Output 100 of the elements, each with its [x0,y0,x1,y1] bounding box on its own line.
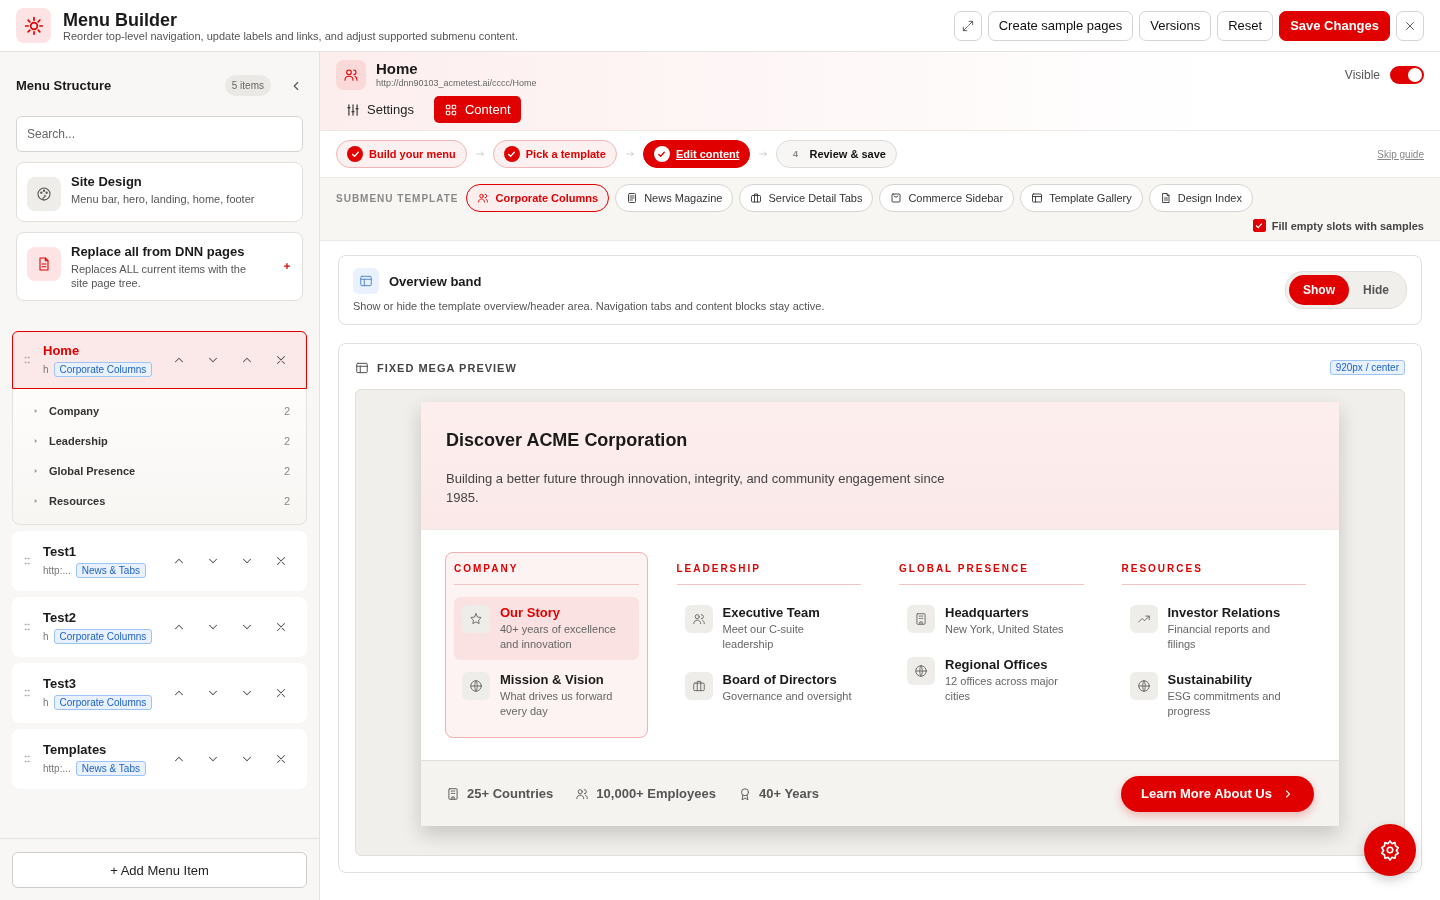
template-tag: News & Tabs [75,563,146,578]
add-menu-item-button[interactable]: + Add Menu Item [12,852,307,888]
expand-button[interactable] [953,10,982,41]
submenu-count: 2 [283,495,290,507]
globe-icon [914,664,928,678]
page-title: Home [376,60,419,77]
close-icon [274,620,288,634]
close-icon [274,752,288,766]
save-button[interactable]: Save Changes [1279,10,1390,41]
menu-item-title: Test1 [43,544,77,559]
app-title: Menu Builder [63,9,178,30]
menu-item-url: h [43,631,49,642]
menu-item-url: http:... [43,565,71,576]
checkbox[interactable] [1252,219,1266,232]
template-option[interactable]: Commerce Sidebar [879,184,1015,212]
people-icon [477,192,490,204]
close-icon [274,686,288,700]
menu-link[interactable]: Regional Offices 12 offices across major cities [899,649,1084,712]
item-count: 5 items [224,75,271,96]
menu-link[interactable]: Board of Directors Governance and oversight [676,664,861,712]
template-tag: Corporate Columns [53,629,153,644]
menu-link[interactable]: Executive Team Meet our C-suite leadership [676,597,861,660]
mega-heading: Discover ACME Corporation [446,430,689,451]
star-icon [469,612,483,626]
globe-icon [469,679,483,693]
action-card[interactable]: Replace all from DNN pages Replaces ALL current items with the site page tree. [16,232,303,301]
people-icon [575,786,590,801]
step-pill[interactable]: Pick a template [492,140,617,168]
building-icon [446,786,460,801]
check-icon [1254,220,1265,231]
template-option[interactable]: News Magazine [615,184,734,212]
submenu-label: Global Presence [49,465,136,477]
menu-item[interactable]: Test1 http:... News & Tabs [12,531,307,591]
action-description: Menu bar, hero, landing, home, footer [71,192,256,206]
bag-icon [890,192,903,204]
visible-toggle[interactable] [1390,66,1424,84]
overview-title: Overview band [389,273,482,289]
building-icon [914,612,928,626]
menu-item[interactable]: Test2 h Corporate Columns [12,597,307,657]
segment-button[interactable]: Hide [1349,275,1403,305]
column-heading: RESOURCES [1121,563,1306,585]
checkbox-label: Fill empty slots with samples [1271,219,1424,232]
action-title: Replace all from DNN pages [71,244,246,259]
skip-guide-link[interactable]: Skip guide [1377,148,1424,160]
template-tag: Corporate Columns [53,695,153,710]
menu-link[interactable]: Our Story 40+ years of excellence and innovation [454,597,639,660]
template-option[interactable]: Template Gallery [1020,184,1143,212]
drag-handle-icon [21,555,33,567]
sliders-icon [346,102,360,117]
search-field[interactable]: Search... [16,116,303,152]
toolbar-button[interactable]: Create sample pages [987,10,1134,41]
triangle-icon [33,468,39,474]
template-option[interactable]: Design Index [1148,184,1253,212]
menu-item-title: Templates [43,742,108,757]
triangle-icon [33,408,39,414]
people-icon [691,612,706,626]
document-icon [36,256,52,272]
toolbar-button[interactable]: Reset [1217,10,1274,41]
settings-button[interactable] [1364,824,1416,876]
size-badge: 920px / center [1329,360,1405,375]
step-pill[interactable]: Build your menu [336,140,467,168]
template-tag: News & Tabs [75,761,146,776]
action-card[interactable]: Site Design Menu bar, hero, landing, home, footer [16,162,303,222]
step-pill[interactable]: 4 Review & save [776,140,897,168]
step-pill[interactable]: Edit content [642,140,751,168]
menu-item-title: Test2 [43,610,77,625]
toolbar-button[interactable]: Versions [1139,10,1212,41]
overview-description: Show or hide the template overview/header area. Navigation tabs and content blocks stay active. [353,300,825,312]
stat-label: 25+ Countries [467,786,554,801]
submenu-count: 2 [283,405,290,417]
column-heading: LEADERSHIP [676,563,861,585]
menu-link[interactable]: Investor Relations Financial reports and filings [1121,597,1306,660]
palette-icon [36,186,52,202]
section-label: SUBMENU TEMPLATE [336,192,459,204]
column-heading: GLOBAL PRESENCE [899,563,1084,585]
template-option[interactable]: Service Detail Tabs [739,184,874,212]
menu-link[interactable]: Sustainability ESG commitments and progress [1121,664,1306,727]
editor-tab[interactable]: Settings [336,96,424,123]
menu-item-title: Home [43,343,81,358]
drag-handle-icon [21,687,33,699]
submenu-count: 2 [283,465,290,477]
learn-more-button[interactable]: Learn More About Us [1121,775,1314,812]
sun-icon [23,15,44,36]
template-option[interactable]: Corporate Columns [466,184,610,212]
menu-link[interactable]: Mission & Vision What drives us forward every day [454,664,639,727]
layout-icon [1031,192,1044,204]
page-url: http://dnn90103_acmetest.ai/cccc/Home [376,78,537,88]
segment-button[interactable]: Show [1289,275,1349,305]
triangle-icon [33,498,39,504]
menu-item[interactable]: Test3 h Corporate Columns [12,663,307,723]
close-button[interactable] [1396,10,1424,41]
menu-item[interactable]: Templates http:... News & Tabs [12,729,307,789]
editor-tab[interactable]: Content [434,96,521,123]
layout-icon [359,274,373,288]
menu-item[interactable]: Home h Corporate Columns [12,331,307,389]
arrow-icon [474,149,485,159]
people-icon [343,67,359,83]
settings-icon [1379,839,1401,861]
menu-item-url: http:... [43,763,71,774]
menu-link[interactable]: Headquarters New York, United States [899,597,1084,645]
